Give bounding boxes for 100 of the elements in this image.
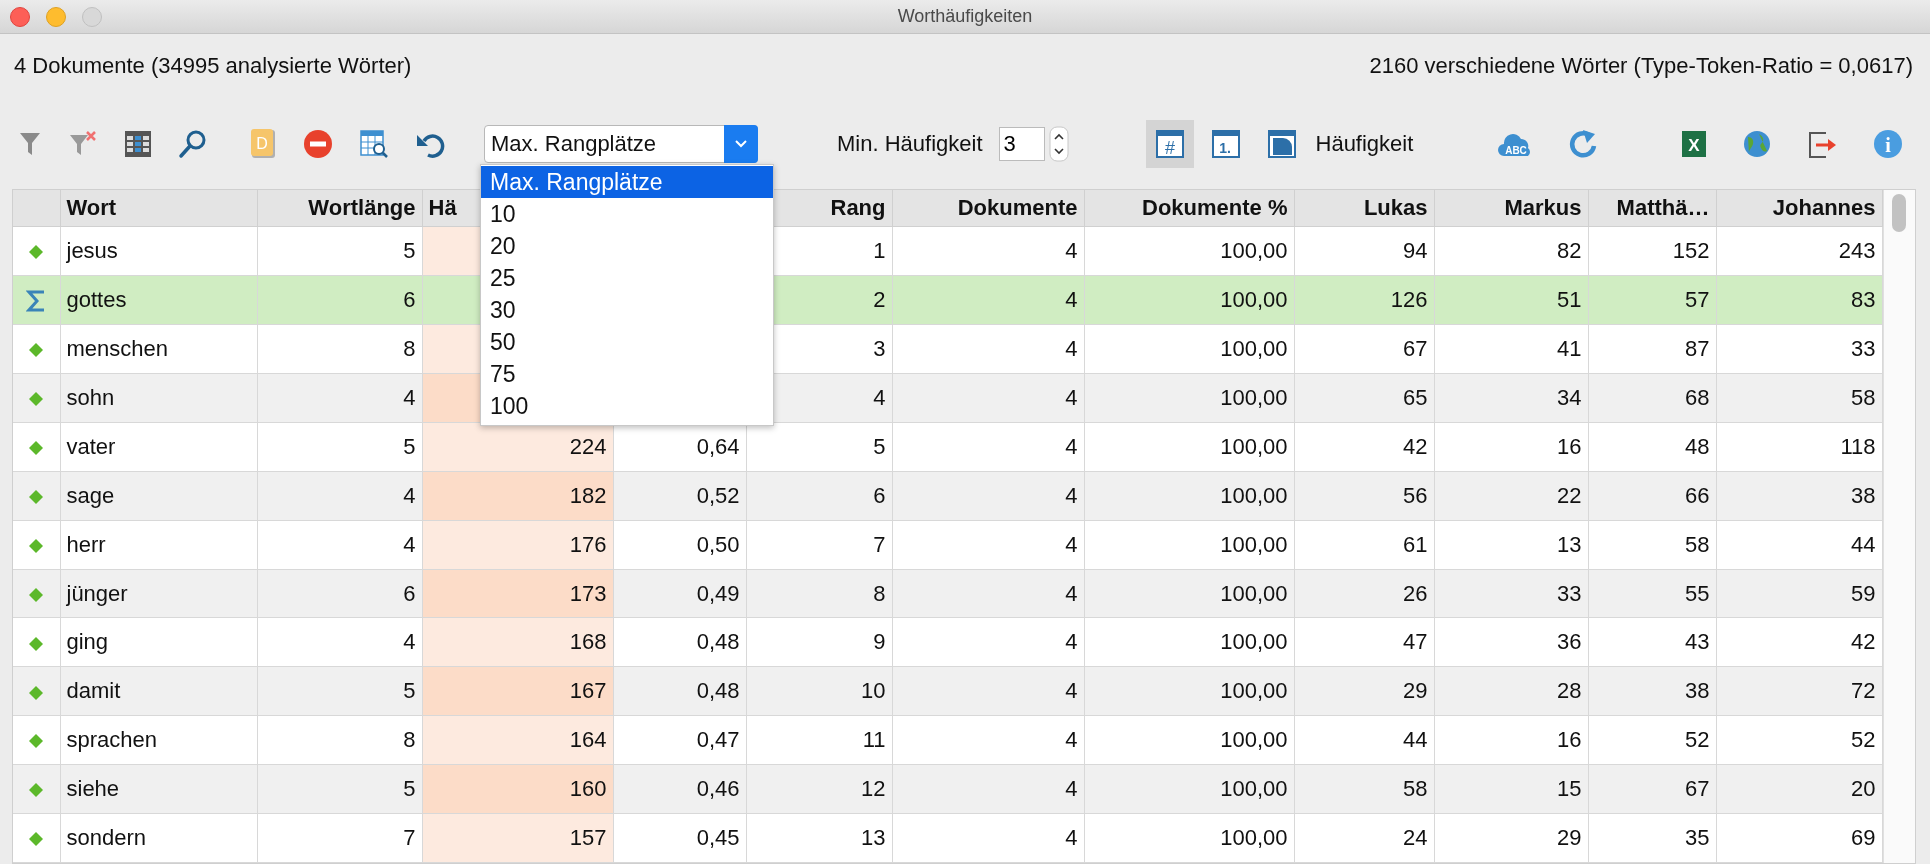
table-cell: 100,00	[1084, 275, 1294, 325]
table-cell: 35	[1588, 813, 1716, 863]
table-cell: 157	[422, 813, 613, 863]
table-cell: 34	[1434, 373, 1588, 423]
table-cell: 22	[1434, 471, 1588, 521]
rank-view-toggle[interactable]: 1.	[1201, 119, 1250, 168]
column-header[interactable]: Dokumente	[892, 190, 1084, 227]
table-row[interactable]: sondern 7 157 0,45 13 4 100,00 24 29 35 69	[13, 813, 1882, 863]
table-search-icon[interactable]	[359, 128, 389, 159]
stop-icon[interactable]	[303, 128, 333, 159]
table-row[interactable]: damit 5 167 0,48 10 4 100,00 29 28 38 72	[13, 666, 1882, 716]
table-cell: 52	[1588, 715, 1716, 765]
table-cell: 6	[257, 275, 422, 325]
column-header[interactable]: Wort	[60, 190, 257, 227]
table-cell: 100,00	[1084, 618, 1294, 667]
table-cell: 44	[1716, 520, 1882, 570]
table-cell: 42	[1294, 422, 1434, 472]
table-cell: 29	[1294, 666, 1434, 716]
table-cell: 13	[1434, 520, 1588, 570]
table-cell: 8	[257, 715, 422, 765]
word-summary: 2160 verschiedene Wörter (Type-Token-Ratio = 0,0617)	[1369, 52, 1913, 79]
globe-icon[interactable]	[1742, 128, 1773, 159]
table-cell: 100,00	[1084, 324, 1294, 374]
table-cell: 100,00	[1084, 422, 1294, 472]
table-cell: 5	[257, 422, 422, 472]
table-cell: 87	[1588, 324, 1716, 374]
table-cell: 0,46	[613, 764, 746, 814]
table-cell: 6	[257, 569, 422, 618]
table-cell: 4	[892, 324, 1084, 374]
dropdown-option[interactable]: Max. Rangplätze	[481, 165, 773, 198]
scrollbar-thumb[interactable]	[1892, 194, 1907, 233]
table-cell: 6	[746, 471, 892, 521]
table-cell: sondern	[60, 813, 257, 863]
table-cell: 4	[892, 520, 1084, 570]
table-cell: 118	[1716, 422, 1882, 472]
diamond-icon	[29, 392, 44, 407]
table-row[interactable]: sage 4 182 0,52 6 4 100,00 56 22 66 38	[13, 471, 1882, 521]
column-header[interactable]: Matthä…	[1588, 190, 1716, 227]
hash-icon: #	[1155, 129, 1184, 158]
table-cell: 0,52	[613, 471, 746, 521]
table-cell: 182	[422, 471, 613, 521]
numbered-list-icon: 1.	[1211, 129, 1240, 158]
columns-icon[interactable]	[124, 128, 152, 159]
table-row[interactable]: herr 4 176 0,50 7 4 100,00 61 13 58 44	[13, 520, 1882, 570]
table-cell: 8	[746, 569, 892, 618]
excel-icon[interactable]: X	[1680, 128, 1709, 159]
column-header[interactable]: Johannes	[1716, 190, 1882, 227]
table-cell: 100,00	[1084, 226, 1294, 276]
rank-dropdown[interactable]: Max. Rangplätze	[484, 124, 758, 163]
table-cell: 4	[257, 471, 422, 521]
scrollbar[interactable]	[1882, 190, 1915, 863]
table-cell: 4	[892, 764, 1084, 814]
table-cell: 4	[257, 618, 422, 667]
min-frequency-field[interactable]: 3	[998, 126, 1045, 161]
table-cell: 26	[1294, 569, 1434, 618]
table-cell: 126	[1294, 275, 1434, 325]
table-cell: 5	[257, 764, 422, 814]
table-cell: 4	[257, 520, 422, 570]
table-cell: 100,00	[1084, 569, 1294, 618]
table-cell: 100,00	[1084, 764, 1294, 814]
table-cell: 83	[1716, 275, 1882, 325]
table-cell: 4	[892, 618, 1084, 667]
search-icon[interactable]	[178, 128, 208, 159]
table-cell: jünger	[60, 569, 257, 618]
diamond-icon	[29, 489, 44, 504]
table-cell: 100,00	[1084, 813, 1294, 863]
table-cell: 167	[422, 666, 613, 716]
table-cell: gottes	[60, 275, 257, 325]
table-cell: siehe	[60, 764, 257, 814]
column-header[interactable]: Dokumente %	[1084, 190, 1294, 227]
table-row[interactable]: jünger 6 173 0,49 8 4 100,00 26 33 55 59	[13, 569, 1882, 618]
diamond-icon	[29, 636, 44, 651]
table-cell: 47	[1294, 618, 1434, 667]
table-cell: 173	[422, 569, 613, 618]
table-cell: 48	[1588, 422, 1716, 472]
table-row[interactable]: ging 4 168 0,48 9 4 100,00 47 36 43 42	[13, 618, 1882, 667]
table-cell: 9	[746, 618, 892, 667]
table-cell: 44	[1294, 715, 1434, 765]
table-row[interactable]: vater 5 224 0,64 5 4 100,00 42 16 48 118	[13, 422, 1882, 472]
diamond-icon	[29, 441, 44, 456]
minimize-button[interactable]	[46, 7, 66, 27]
table-cell: damit	[60, 666, 257, 716]
table-cell: jesus	[60, 226, 257, 276]
diamond-icon	[29, 734, 44, 749]
diamond-icon	[29, 538, 44, 553]
table-cell: 16	[1434, 422, 1588, 472]
hash-view-toggle[interactable]: #	[1145, 119, 1194, 168]
table-cell: 82	[1434, 226, 1588, 276]
column-header[interactable]: Lukas	[1294, 190, 1434, 227]
table-cell: 0,47	[613, 715, 746, 765]
table-row[interactable]: sprachen 8 164 0,47 11 4 100,00 44 16 52 52	[13, 715, 1882, 765]
table-cell: 11	[746, 715, 892, 765]
table-row[interactable]: siehe 5 160 0,46 12 4 100,00 58 15 67 20	[13, 764, 1882, 814]
stepper[interactable]	[1048, 125, 1069, 162]
diamond-icon	[29, 685, 44, 700]
close-button[interactable]	[10, 7, 30, 27]
column-header[interactable]: Wortlänge	[257, 190, 422, 227]
table-cell: 4	[892, 373, 1084, 423]
table-cell: 4	[892, 715, 1084, 765]
column-header[interactable]: Markus	[1434, 190, 1588, 227]
